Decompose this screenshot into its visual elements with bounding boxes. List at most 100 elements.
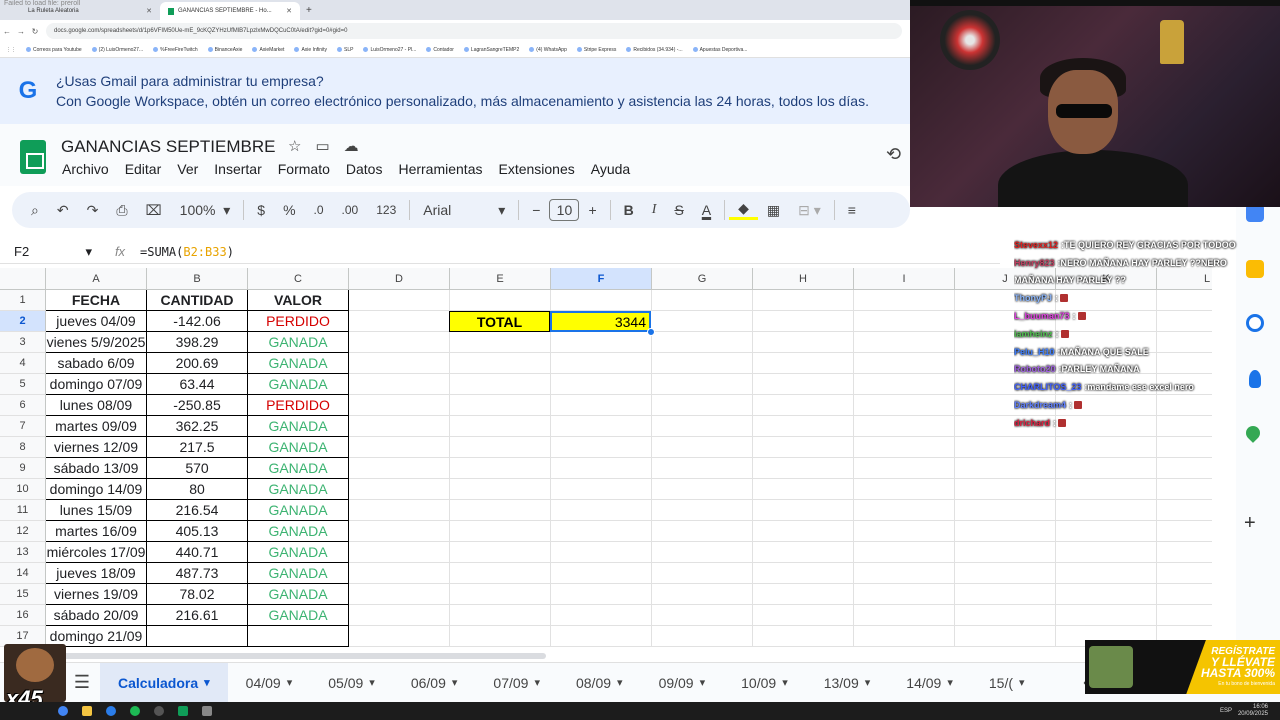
bookmark-item[interactable]: SLP xyxy=(337,47,353,53)
header-cell[interactable]: FECHA xyxy=(46,290,147,311)
valor-cell[interactable]: GANADA xyxy=(248,416,349,437)
fecha-cell[interactable]: lunes 15/09 xyxy=(46,500,147,521)
cell-j10[interactable] xyxy=(955,479,1056,500)
cell-g12[interactable] xyxy=(652,521,753,542)
cell-f15[interactable] xyxy=(551,584,652,605)
cell-i3[interactable] xyxy=(854,332,955,353)
column-header-f[interactable]: F xyxy=(551,268,652,290)
cell-f12[interactable] xyxy=(551,521,652,542)
sheet-tab[interactable]: 09/09 ▾ xyxy=(641,663,724,703)
cell-l9[interactable] xyxy=(1157,458,1212,479)
cell-i16[interactable] xyxy=(854,605,955,626)
valor-cell[interactable]: GANADA xyxy=(248,332,349,353)
fecha-cell[interactable]: domingo 14/09 xyxy=(46,479,147,500)
cell-l12[interactable] xyxy=(1157,521,1212,542)
cell-i9[interactable] xyxy=(854,458,955,479)
cell-l14[interactable] xyxy=(1157,563,1212,584)
sheet-tab[interactable]: Calculadora ▾ xyxy=(100,662,228,703)
print-icon[interactable]: ⎙ xyxy=(107,202,136,219)
cell-d4[interactable] xyxy=(349,353,450,374)
sheets-logo-icon[interactable] xyxy=(20,140,46,174)
language-indicator[interactable]: ESP xyxy=(1220,708,1232,715)
row-header-3[interactable]: 3 xyxy=(0,332,46,353)
fecha-cell[interactable]: jueves 18/09 xyxy=(46,563,147,584)
cell-i5[interactable] xyxy=(854,374,955,395)
cell[interactable] xyxy=(753,290,854,311)
cell-k10[interactable] xyxy=(1056,479,1157,500)
bookmark-item[interactable]: Apuestas Deportiva... xyxy=(692,47,747,53)
cell-e7[interactable] xyxy=(450,416,551,437)
cell-i2[interactable] xyxy=(854,311,955,332)
cell-f10[interactable] xyxy=(551,479,652,500)
new-tab-icon[interactable]: + xyxy=(300,5,318,16)
column-header-e[interactable]: E xyxy=(450,268,551,290)
cell-d9[interactable] xyxy=(349,458,450,479)
cell-g17[interactable] xyxy=(652,626,753,647)
cell-e9[interactable] xyxy=(450,458,551,479)
bookmark-item[interactable]: LagranSangreTEMP2 xyxy=(463,47,519,53)
forward-icon[interactable]: → xyxy=(14,27,28,36)
text-color-button[interactable]: A xyxy=(693,202,720,218)
cell-j17[interactable] xyxy=(955,626,1056,647)
sheet-tab[interactable]: 08/09 ▾ xyxy=(558,663,641,703)
cell-h7[interactable] xyxy=(753,416,854,437)
chevron-down-icon[interactable]: ▾ xyxy=(452,676,458,689)
cell-d16[interactable] xyxy=(349,605,450,626)
cell-h15[interactable] xyxy=(753,584,854,605)
cell[interactable] xyxy=(450,290,551,311)
valor-cell[interactable]: GANADA xyxy=(248,605,349,626)
cell-h10[interactable] xyxy=(753,479,854,500)
cell-g16[interactable] xyxy=(652,605,753,626)
cell-g3[interactable] xyxy=(652,332,753,353)
column-header-d[interactable]: D xyxy=(349,268,450,290)
column-header-h[interactable]: H xyxy=(753,268,854,290)
chrome-icon[interactable] xyxy=(58,706,68,716)
corner-cell[interactable] xyxy=(0,268,46,290)
cell-f6[interactable] xyxy=(551,395,652,416)
valor-cell[interactable]: GANADA xyxy=(248,542,349,563)
fecha-cell[interactable]: sábado 20/09 xyxy=(46,605,147,626)
cell-h6[interactable] xyxy=(753,395,854,416)
chevron-down-icon[interactable]: ▾ xyxy=(782,676,788,689)
header-cell[interactable]: CANTIDAD xyxy=(147,290,248,311)
percent-button[interactable]: % xyxy=(274,202,304,218)
cantidad-cell[interactable]: 216.54 xyxy=(147,500,248,521)
cantidad-cell[interactable]: 487.73 xyxy=(147,563,248,584)
cantidad-cell[interactable]: 398.29 xyxy=(147,332,248,353)
valor-cell[interactable]: GANADA xyxy=(248,353,349,374)
bookmark-item[interactable]: (2) LuisOrmeno27... xyxy=(91,47,143,53)
cell-k15[interactable] xyxy=(1056,584,1157,605)
cell-d5[interactable] xyxy=(349,374,450,395)
font-size-increase-icon[interactable]: + xyxy=(579,202,605,218)
cell-d6[interactable] xyxy=(349,395,450,416)
valor-cell[interactable]: GANADA xyxy=(248,563,349,584)
fecha-cell[interactable]: vienes 5/9/2025 xyxy=(46,332,147,353)
cell-d11[interactable] xyxy=(349,500,450,521)
valor-cell[interactable]: GANADA xyxy=(248,500,349,521)
cell-g10[interactable] xyxy=(652,479,753,500)
cell-g13[interactable] xyxy=(652,542,753,563)
cantidad-cell[interactable]: -250.85 xyxy=(147,395,248,416)
fecha-cell[interactable]: viernes 12/09 xyxy=(46,437,147,458)
cell-j8[interactable] xyxy=(955,437,1056,458)
cantidad-cell[interactable] xyxy=(147,626,248,647)
cell-h13[interactable] xyxy=(753,542,854,563)
font-size-input[interactable]: 10 xyxy=(549,199,580,221)
cell-l13[interactable] xyxy=(1157,542,1212,563)
cell-d8[interactable] xyxy=(349,437,450,458)
cell-e5[interactable] xyxy=(450,374,551,395)
fecha-cell[interactable]: viernes 19/09 xyxy=(46,584,147,605)
cell-l15[interactable] xyxy=(1157,584,1212,605)
font-size-decrease-icon[interactable]: − xyxy=(523,202,549,218)
cell-e15[interactable] xyxy=(450,584,551,605)
row-header-5[interactable]: 5 xyxy=(0,374,46,395)
cell-f17[interactable] xyxy=(551,626,652,647)
search-icon[interactable]: ⌕ xyxy=(22,202,48,219)
chevron-down-icon[interactable]: ▾ xyxy=(534,676,540,689)
fecha-cell[interactable]: sabado 6/09 xyxy=(46,353,147,374)
cantidad-cell[interactable]: 440.71 xyxy=(147,542,248,563)
bookmark-item[interactable]: LuisOrmeno27 - Pl... xyxy=(363,47,416,53)
cell-i8[interactable] xyxy=(854,437,955,458)
obs-icon[interactable] xyxy=(154,706,164,716)
cell-d15[interactable] xyxy=(349,584,450,605)
